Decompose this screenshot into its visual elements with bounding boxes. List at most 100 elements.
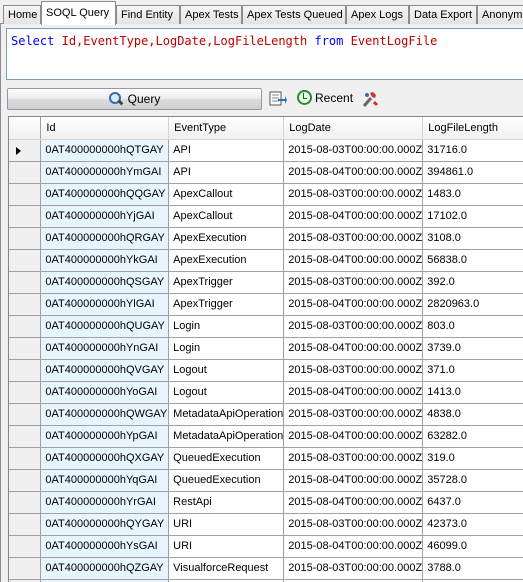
column-header-eventtype[interactable]: EventType [168, 117, 285, 140]
eventtype-cell[interactable]: QueuedExecution [168, 469, 285, 492]
tab-apex-tests-queued[interactable]: Apex Tests Queued [242, 5, 346, 24]
id-cell[interactable]: 0AT400000000hQUGAY [40, 315, 170, 338]
row-header[interactable] [9, 381, 42, 404]
logfilelength-cell[interactable]: 392.0 [422, 271, 523, 294]
logdate-cell[interactable]: 2015-08-04T00:00:00.000Z [283, 293, 424, 316]
id-cell[interactable]: 0AT400000000hQVGAY [40, 359, 170, 382]
row-header[interactable] [9, 469, 42, 492]
id-cell[interactable]: 0AT400000000hYmGAI [40, 161, 170, 184]
logdate-cell[interactable]: 2015-08-04T00:00:00.000Z [283, 535, 424, 558]
id-cell[interactable]: 0AT400000000hYpGAI [40, 425, 170, 448]
eventtype-cell[interactable]: ApexTrigger [168, 271, 285, 294]
id-cell[interactable]: 0AT400000000hQXGAY [40, 447, 170, 470]
logfilelength-cell[interactable]: 17102.0 [422, 205, 523, 228]
eventtype-cell[interactable]: Logout [168, 359, 285, 382]
row-header[interactable] [9, 337, 42, 360]
logdate-cell[interactable]: 2015-08-04T00:00:00.000Z [283, 249, 424, 272]
table-row[interactable]: 0AT400000000hQTGAY API 2015-08-03T00:00:00… [9, 139, 523, 162]
logfilelength-cell[interactable]: 1413.0 [422, 381, 523, 404]
id-cell[interactable]: 0AT400000000hYkGAI [40, 249, 170, 272]
logfilelength-cell[interactable]: 3739.0 [422, 337, 523, 360]
logdate-cell[interactable]: 2015-08-03T00:00:00.000Z [283, 447, 424, 470]
tools-icon[interactable] [361, 90, 379, 108]
logdate-cell[interactable]: 2015-08-04T00:00:00.000Z [283, 425, 424, 448]
eventtype-cell[interactable]: MetadataApiOperation [168, 425, 285, 448]
logfilelength-cell[interactable]: 56838.0 [422, 249, 523, 272]
table-row[interactable]: 0AT400000000hYoGAI Logout 2015-08-04T00:00… [9, 381, 523, 404]
logdate-cell[interactable]: 2015-08-03T00:00:00.000Z [283, 139, 424, 162]
table-row[interactable]: 0AT400000000hQYGAY URI 2015-08-03T00:00:00… [9, 513, 523, 536]
table-row[interactable]: 0AT400000000hQWGAY MetadataApiOperation 20… [9, 403, 523, 426]
row-header[interactable] [9, 359, 42, 382]
id-cell[interactable]: 0AT400000000hYqGAI [40, 469, 170, 492]
tab-apex-logs[interactable]: Apex Logs [346, 5, 409, 24]
row-header[interactable] [9, 161, 42, 184]
row-header[interactable] [9, 513, 42, 536]
id-cell[interactable]: 0AT400000000hQWGAY [40, 403, 170, 426]
eventtype-cell[interactable]: URI [168, 513, 285, 536]
query-button[interactable]: Query [7, 88, 262, 110]
table-row[interactable]: 0AT400000000hQVGAY Logout 2015-08-03T00:00… [9, 359, 523, 382]
id-cell[interactable]: 0AT400000000hYoGAI [40, 381, 170, 404]
eventtype-cell[interactable]: RestApi [168, 491, 285, 514]
logfilelength-cell[interactable]: 394861.0 [422, 161, 523, 184]
id-cell[interactable]: 0AT400000000hYlGAI [40, 293, 170, 316]
table-row[interactable]: 0AT400000000hQUGAY Login 2015-08-03T00:00:… [9, 315, 523, 338]
logdate-cell[interactable]: 2015-08-03T00:00:00.000Z [283, 227, 424, 250]
soql-editor[interactable]: Select Id,EventType,LogDate,LogFileLengt… [6, 28, 523, 80]
logfilelength-cell[interactable]: 2820963.0 [422, 293, 523, 316]
column-header-logfilelength[interactable]: LogFileLength [422, 117, 523, 140]
logfilelength-cell[interactable]: 31716.0 [422, 139, 523, 162]
export-results-icon[interactable] [269, 90, 287, 108]
table-row[interactable]: 0AT400000000hQSGAY ApexTrigger 2015-08-03T… [9, 271, 523, 294]
logdate-cell[interactable]: 2015-08-03T00:00:00.000Z [283, 557, 424, 580]
logdate-cell[interactable]: 2015-08-04T00:00:00.000Z [283, 381, 424, 404]
logfilelength-cell[interactable]: 3788.0 [422, 557, 523, 580]
id-cell[interactable]: 0AT400000000hYsGAI [40, 535, 170, 558]
logdate-cell[interactable]: 2015-08-03T00:00:00.000Z [283, 183, 424, 206]
tab-data-export[interactable]: Data Export [409, 5, 477, 24]
table-row[interactable]: 0AT400000000hYkGAI ApexExecution 2015-08-0… [9, 249, 523, 272]
logdate-cell[interactable]: 2015-08-04T00:00:00.000Z [283, 469, 424, 492]
table-row[interactable]: 0AT400000000hYnGAI Login 2015-08-04T00:00:… [9, 337, 523, 360]
id-cell[interactable]: 0AT400000000hYrGAI [40, 491, 170, 514]
table-row[interactable]: 0AT400000000hYrGAI RestApi 2015-08-04T00:0… [9, 491, 523, 514]
row-header[interactable] [9, 293, 42, 316]
row-header[interactable] [9, 249, 42, 272]
id-cell[interactable]: 0AT400000000hYnGAI [40, 337, 170, 360]
row-header[interactable] [9, 425, 42, 448]
tab-anonymous[interactable]: Anonym [477, 5, 523, 24]
row-header[interactable] [9, 139, 42, 162]
eventtype-cell[interactable]: API [168, 139, 285, 162]
logdate-cell[interactable]: 2015-08-03T00:00:00.000Z [283, 359, 424, 382]
table-row[interactable]: 0AT400000000hYlGAI ApexTrigger 2015-08-04T… [9, 293, 523, 316]
logfilelength-cell[interactable]: 1483.0 [422, 183, 523, 206]
logdate-cell[interactable]: 2015-08-03T00:00:00.000Z [283, 403, 424, 426]
logfilelength-cell[interactable]: 46099.0 [422, 535, 523, 558]
logfilelength-cell[interactable]: 6437.0 [422, 491, 523, 514]
row-header[interactable] [9, 447, 42, 470]
id-cell[interactable]: 0AT400000000hQZGAY [40, 557, 170, 580]
row-header[interactable] [9, 315, 42, 338]
logfilelength-cell[interactable]: 803.0 [422, 315, 523, 338]
column-header-logdate[interactable]: LogDate [283, 117, 424, 140]
row-header[interactable] [9, 403, 42, 426]
tab-soql-query[interactable]: SOQL Query [41, 1, 116, 25]
id-cell[interactable]: 0AT400000000hYjGAI [40, 205, 170, 228]
eventtype-cell[interactable]: ApexExecution [168, 227, 285, 250]
row-header[interactable] [9, 271, 42, 294]
table-row[interactable]: 0AT400000000hYjGAI ApexCallout 2015-08-04T… [9, 205, 523, 228]
row-header[interactable] [9, 557, 42, 580]
eventtype-cell[interactable]: ApexCallout [168, 205, 285, 228]
row-header[interactable] [9, 183, 42, 206]
table-row[interactable]: 0AT400000000hQRGAY ApexExecution 2015-08-0… [9, 227, 523, 250]
logdate-cell[interactable]: 2015-08-04T00:00:00.000Z [283, 337, 424, 360]
eventtype-cell[interactable]: ApexTrigger [168, 293, 285, 316]
eventtype-cell[interactable]: ApexCallout [168, 183, 285, 206]
logfilelength-cell[interactable]: 42373.0 [422, 513, 523, 536]
logdate-cell[interactable]: 2015-08-04T00:00:00.000Z [283, 205, 424, 228]
logdate-cell[interactable]: 2015-08-03T00:00:00.000Z [283, 513, 424, 536]
table-row[interactable]: 0AT400000000hYsGAI URI 2015-08-04T00:00:00… [9, 535, 523, 558]
logfilelength-cell[interactable]: 3108.0 [422, 227, 523, 250]
row-header[interactable] [9, 205, 42, 228]
